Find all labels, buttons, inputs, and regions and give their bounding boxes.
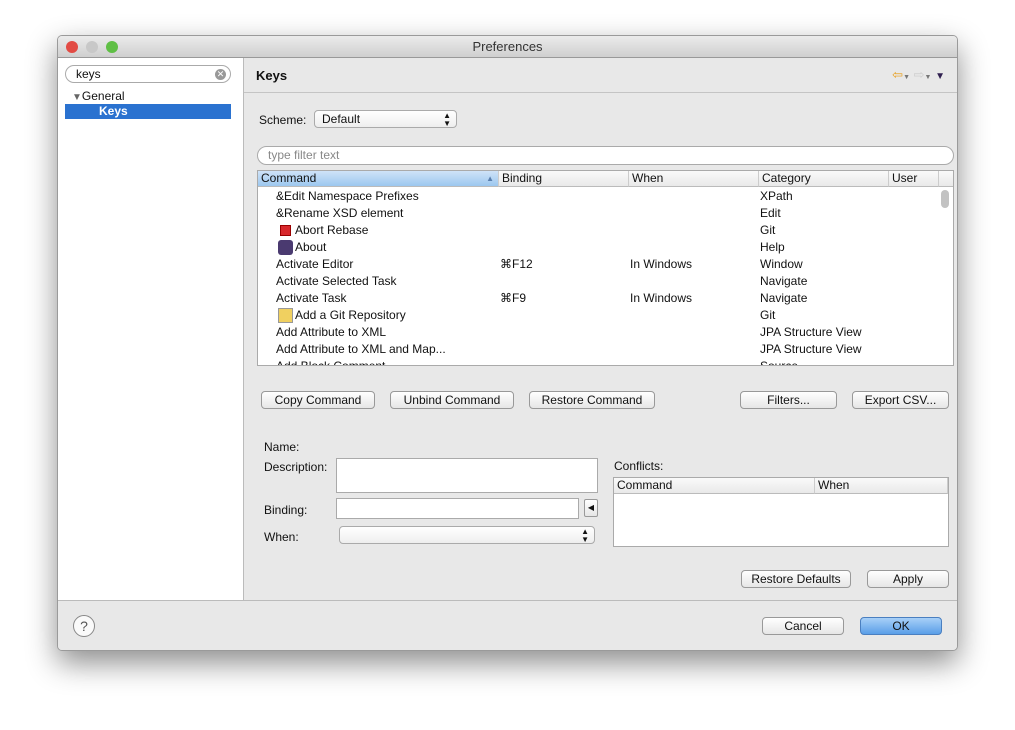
conflict-column-command[interactable]: Command xyxy=(614,478,815,494)
command-cell: Activate Task xyxy=(276,291,347,305)
table-row[interactable]: Abort Rebase Git xyxy=(258,222,938,239)
copy-command-button[interactable]: Copy Command xyxy=(261,391,375,409)
ok-button[interactable]: OK xyxy=(860,617,942,635)
view-menu-icon[interactable]: ▼ xyxy=(935,71,945,82)
keys-page: Keys ⇦▼ ⇨▼ ▼ Scheme: Default ▲ ▼ type filt… xyxy=(244,58,957,600)
page-title: Keys xyxy=(256,68,288,83)
table-row[interactable]: Add Attribute to XML JPA Structure View xyxy=(258,324,938,341)
command-cell: Add Attribute to XML and Map... xyxy=(276,342,446,356)
apply-button[interactable]: Apply xyxy=(867,570,949,588)
cancel-button[interactable]: Cancel xyxy=(762,617,844,635)
zoom-button[interactable] xyxy=(106,41,118,53)
command-cell: Add a Git Repository xyxy=(295,308,406,322)
forward-arrow-icon[interactable]: ⇨ xyxy=(914,67,925,82)
tree-item-general[interactable]: ▼General xyxy=(72,89,125,103)
when-cell: In Windows xyxy=(630,257,693,271)
expand-triangle-icon[interactable]: ▼ xyxy=(72,92,82,103)
unbind-command-button[interactable]: Unbind Command xyxy=(390,391,514,409)
command-cell: &Edit Namespace Prefixes xyxy=(276,189,419,203)
table-row[interactable]: Add Attribute to XML and Map... JPA Struc… xyxy=(258,341,938,358)
scheme-label: Scheme: xyxy=(259,113,307,127)
table-row[interactable]: &Rename XSD element Edit xyxy=(258,205,938,222)
binding-menu-button[interactable]: ◀ xyxy=(584,499,598,517)
table-row[interactable]: Add a Git Repository Git xyxy=(258,307,938,324)
category-cell: XPath xyxy=(760,189,793,203)
clear-search-icon[interactable]: ✕ xyxy=(215,69,226,80)
column-header-category[interactable]: Category xyxy=(759,171,889,187)
commands-table: Command ▲ Binding When Category User &Edi… xyxy=(257,170,954,366)
table-row[interactable]: Activate Task ⌘F9 In Windows Navigate xyxy=(258,290,938,307)
table-row[interactable]: Activate Editor ⌘F12 In Windows Window xyxy=(258,256,938,273)
column-header-binding[interactable]: Binding xyxy=(499,171,629,187)
restore-defaults-button[interactable]: Restore Defaults xyxy=(741,570,851,588)
category-cell: Navigate xyxy=(760,291,808,305)
search-value: keys xyxy=(76,67,101,81)
when-label: When: xyxy=(264,530,299,544)
select-arrows-icon: ▲ ▼ xyxy=(443,111,451,128)
restore-command-button[interactable]: Restore Command xyxy=(529,391,655,409)
conflicts-label: Conflicts: xyxy=(614,459,664,473)
command-cell: Activate Selected Task xyxy=(276,274,397,288)
category-cell: Window xyxy=(760,257,803,271)
table-row[interactable]: &Edit Namespace Prefixes XPath xyxy=(258,188,938,205)
export-csv-button[interactable]: Export CSV... xyxy=(852,391,949,409)
command-cell: Abort Rebase xyxy=(295,223,369,237)
category-cell: JPA Structure View xyxy=(760,325,862,339)
category-cell: Git xyxy=(760,223,776,237)
binding-field[interactable] xyxy=(336,498,579,519)
description-label: Description: xyxy=(264,460,328,474)
window-title: Preferences xyxy=(472,39,543,54)
column-header-user[interactable]: User xyxy=(889,171,939,187)
binding-label: Binding: xyxy=(264,503,308,517)
tree-item-keys[interactable]: Keys xyxy=(65,104,231,119)
table-row[interactable]: About Help xyxy=(258,239,938,256)
scheme-select[interactable]: Default ▲ ▼ xyxy=(314,110,457,128)
command-cell: &Rename XSD element xyxy=(276,206,404,220)
git-repo-icon xyxy=(278,308,293,323)
command-cell: About xyxy=(295,240,327,254)
page-header: Keys ⇦▼ ⇨▼ ▼ xyxy=(244,58,957,93)
category-cell: Source xyxy=(760,359,799,366)
table-row[interactable]: Add Block Comment Source xyxy=(258,358,938,366)
name-label: Name: xyxy=(264,440,300,454)
command-cell: Add Attribute to XML xyxy=(276,325,387,339)
category-cell: JPA Structure View xyxy=(760,342,862,356)
scheme-value: Default xyxy=(322,112,361,126)
sidebar: keys ✕ ▼General Keys xyxy=(58,58,244,600)
column-header-when[interactable]: When xyxy=(629,171,759,187)
minimize-button[interactable] xyxy=(86,41,98,53)
table-row[interactable]: Activate Selected Task Navigate xyxy=(258,273,938,290)
category-cell: Git xyxy=(760,308,776,322)
conflict-column-when[interactable]: When xyxy=(815,478,948,494)
description-field[interactable] xyxy=(336,458,598,493)
help-icon[interactable]: ? xyxy=(73,615,95,637)
scrollbar-thumb[interactable] xyxy=(941,190,949,208)
column-header-command[interactable]: Command ▲ xyxy=(258,171,499,187)
close-window-button[interactable] xyxy=(66,41,78,53)
category-cell: Help xyxy=(760,240,785,254)
when-select[interactable]: ▲ ▼ xyxy=(339,526,595,544)
sidebar-search-input[interactable]: keys ✕ xyxy=(65,65,231,83)
command-cell: Activate Editor xyxy=(276,257,354,271)
category-cell: Edit xyxy=(760,206,781,220)
column-header-filler xyxy=(939,171,953,187)
category-cell: Navigate xyxy=(760,274,808,288)
conflicts-table: Command When xyxy=(613,477,949,547)
command-cell: Add Block Comment xyxy=(276,359,386,366)
binding-cell: ⌘F9 xyxy=(500,291,527,305)
stop-icon xyxy=(280,225,291,236)
when-cell: In Windows xyxy=(630,291,693,305)
back-arrow-icon[interactable]: ⇦ xyxy=(892,67,903,82)
dialog-footer: ? Cancel OK xyxy=(58,600,957,650)
filter-input[interactable]: type filter text xyxy=(257,146,954,165)
binding-cell: ⌘F12 xyxy=(500,257,533,271)
tree-label: General xyxy=(81,89,125,103)
title-bar: Preferences xyxy=(58,36,957,58)
preferences-window: Preferences keys ✕ ▼General Keys Keys ⇦▼ … xyxy=(57,35,958,651)
eclipse-icon xyxy=(278,240,293,255)
filters-button[interactable]: Filters... xyxy=(740,391,837,409)
select-arrows-icon: ▲ ▼ xyxy=(581,527,589,544)
